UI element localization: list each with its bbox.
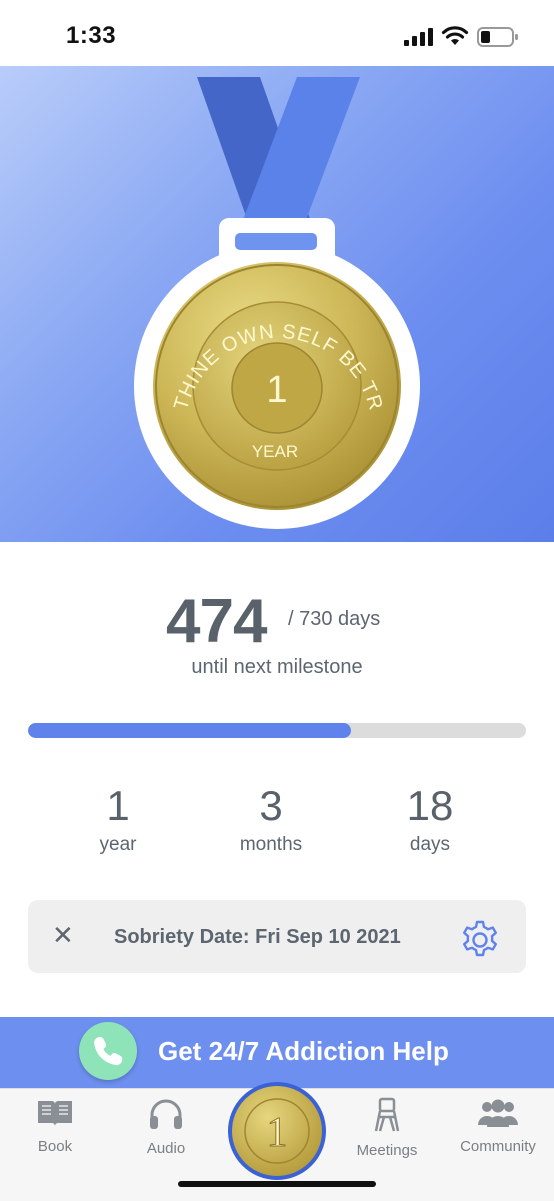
medal-hero: TO THINE OWN SELF BE TRUE 1 YEAR (0, 66, 554, 542)
milestone-progress-bar (28, 723, 526, 738)
phone-icon (94, 1037, 123, 1066)
milestone-caption: until next milestone (191, 656, 363, 678)
status-time: 1:33 (66, 22, 117, 49)
center-coin-number: 1 (267, 1110, 288, 1156)
stat-days: 18 days (380, 782, 480, 856)
tab-meetings[interactable]: Meetings (337, 1097, 437, 1159)
years-value: 1 (106, 782, 130, 829)
tab-meetings-label: Meetings (356, 1142, 418, 1159)
sobriety-date-bar: ✕ Sobriety Date: Fri Sep 10 2021 (28, 900, 526, 973)
medal-unit: YEAR (252, 442, 298, 461)
tab-audio-label: Audio (146, 1140, 186, 1157)
battery-icon (477, 27, 518, 47)
book-icon (38, 1101, 72, 1126)
chair-icon (374, 1097, 400, 1132)
status-bar: 1:33 (0, 0, 554, 66)
sobriety-medal: TO THINE OWN SELF BE TRUE 1 YEAR (0, 66, 420, 529)
sobriety-date-label: Sobriety Date: Fri Sep 10 2021 (114, 926, 401, 948)
phone-button[interactable] (79, 1022, 137, 1080)
days-label: days (409, 834, 451, 855)
headphones-icon (150, 1099, 182, 1129)
tab-audio[interactable]: Audio (116, 1097, 216, 1157)
stat-years: 1 year (68, 782, 168, 856)
home-indicator (178, 1181, 376, 1187)
tab-community[interactable]: Community (448, 1097, 548, 1155)
gear-icon[interactable] (458, 918, 502, 962)
progress-fill (28, 723, 352, 738)
days-value: 18 (406, 782, 454, 829)
months-label: months (239, 834, 303, 855)
addiction-help-banner[interactable]: Get 24/7 Addiction Help (0, 1017, 554, 1088)
coin-icon[interactable]: 1 (226, 1080, 328, 1182)
tab-book-label: Book (37, 1138, 73, 1155)
medal-number: 1 (266, 369, 287, 411)
close-icon[interactable]: ✕ (52, 920, 74, 951)
tab-book[interactable]: Book (5, 1097, 105, 1155)
days-count: 474 (166, 587, 267, 656)
people-icon (478, 1099, 518, 1127)
help-banner-label: Get 24/7 Addiction Help (158, 1036, 449, 1066)
tab-community-label: Community (460, 1138, 536, 1155)
wifi-icon (441, 26, 469, 45)
days-total: / 730 days (288, 608, 381, 630)
years-label: year (99, 834, 137, 855)
stat-months: 3 months (221, 782, 321, 856)
cellular-signal-icon (404, 28, 433, 46)
months-value: 3 (259, 782, 283, 829)
